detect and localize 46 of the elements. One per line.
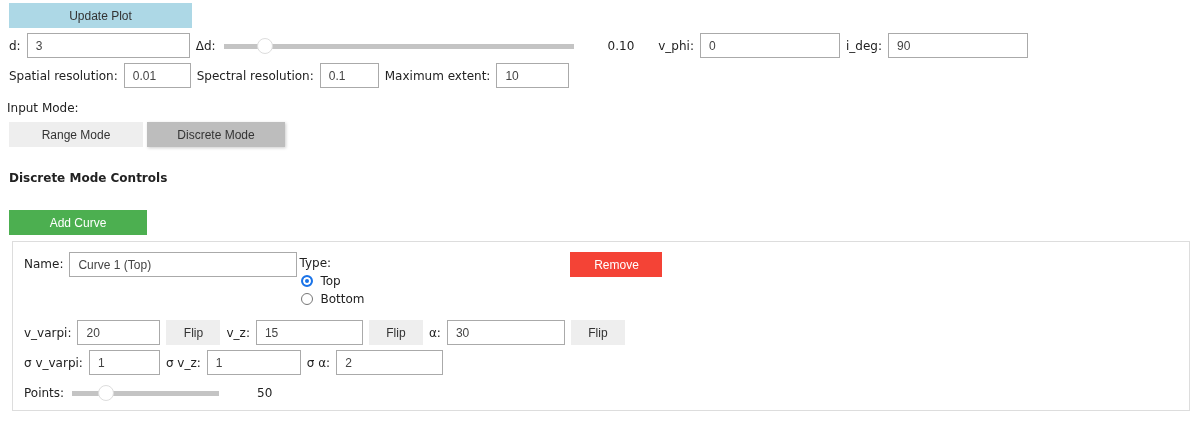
field-label: Spatial resolution: — [9, 68, 118, 83]
input-field[interactable]: 1 — [88, 350, 160, 375]
field-label: σ v_varpi: — [24, 355, 83, 370]
slider-value: 50 — [257, 385, 273, 400]
section-title: Discrete Mode Controls — [9, 171, 169, 185]
input-field[interactable]: 1 — [206, 350, 301, 375]
input-field[interactable]: 10 — [496, 63, 570, 88]
radio-button[interactable] — [301, 274, 314, 287]
flip-button[interactable]: Flip — [368, 320, 423, 345]
radio-button[interactable] — [301, 292, 314, 305]
field-label: Maximum extent: — [384, 68, 491, 83]
field-label: v_z: — [226, 325, 250, 340]
input-field[interactable]: 90 — [887, 33, 1028, 58]
radio-label: Bottom — [320, 291, 365, 306]
field-label: v_varpi: — [24, 325, 72, 340]
mode-toggle-button[interactable]: Range Mode — [9, 122, 143, 147]
input-field[interactable]: 30 — [446, 320, 565, 345]
input-field[interactable]: 0 — [699, 33, 840, 58]
flip-button[interactable]: Flip — [570, 320, 625, 345]
flip-button[interactable]: Flip — [166, 320, 221, 345]
field-label: Spectral resolution: — [196, 68, 314, 83]
update-plot-button[interactable]: Update Plot — [9, 3, 192, 28]
input-field[interactable]: 20 — [77, 320, 161, 345]
field-label: σ v_z: — [165, 355, 201, 370]
input-field[interactable]: 0.01 — [123, 63, 191, 88]
field-label: σ α: — [306, 355, 331, 370]
field-label: i_deg: — [845, 38, 882, 53]
name-input-field[interactable]: Curve 1 (Top) — [69, 252, 298, 277]
mode-toggle-button[interactable]: Discrete Mode — [147, 122, 285, 147]
radio-label: Top — [320, 273, 341, 288]
field-label: v_phi: — [658, 38, 694, 53]
type-label: Type: — [299, 256, 333, 270]
input-field[interactable]: 2 — [336, 350, 444, 375]
field-label: d: — [9, 38, 21, 53]
slider-thumb[interactable] — [98, 384, 115, 401]
input-field[interactable]: 0.1 — [319, 63, 379, 88]
slider-thumb[interactable] — [256, 37, 273, 54]
field-label: Δd: — [195, 38, 216, 53]
input-mode-label: Input Mode: — [7, 101, 80, 115]
field-label: α: — [428, 325, 441, 340]
name-label: Name: — [24, 256, 64, 273]
input-field[interactable]: 3 — [26, 33, 190, 58]
remove-button[interactable]: Remove — [570, 252, 663, 277]
field-label: Points: — [24, 385, 65, 400]
input-field[interactable]: 15 — [255, 320, 363, 345]
slider-value: 0.10 — [607, 38, 635, 53]
